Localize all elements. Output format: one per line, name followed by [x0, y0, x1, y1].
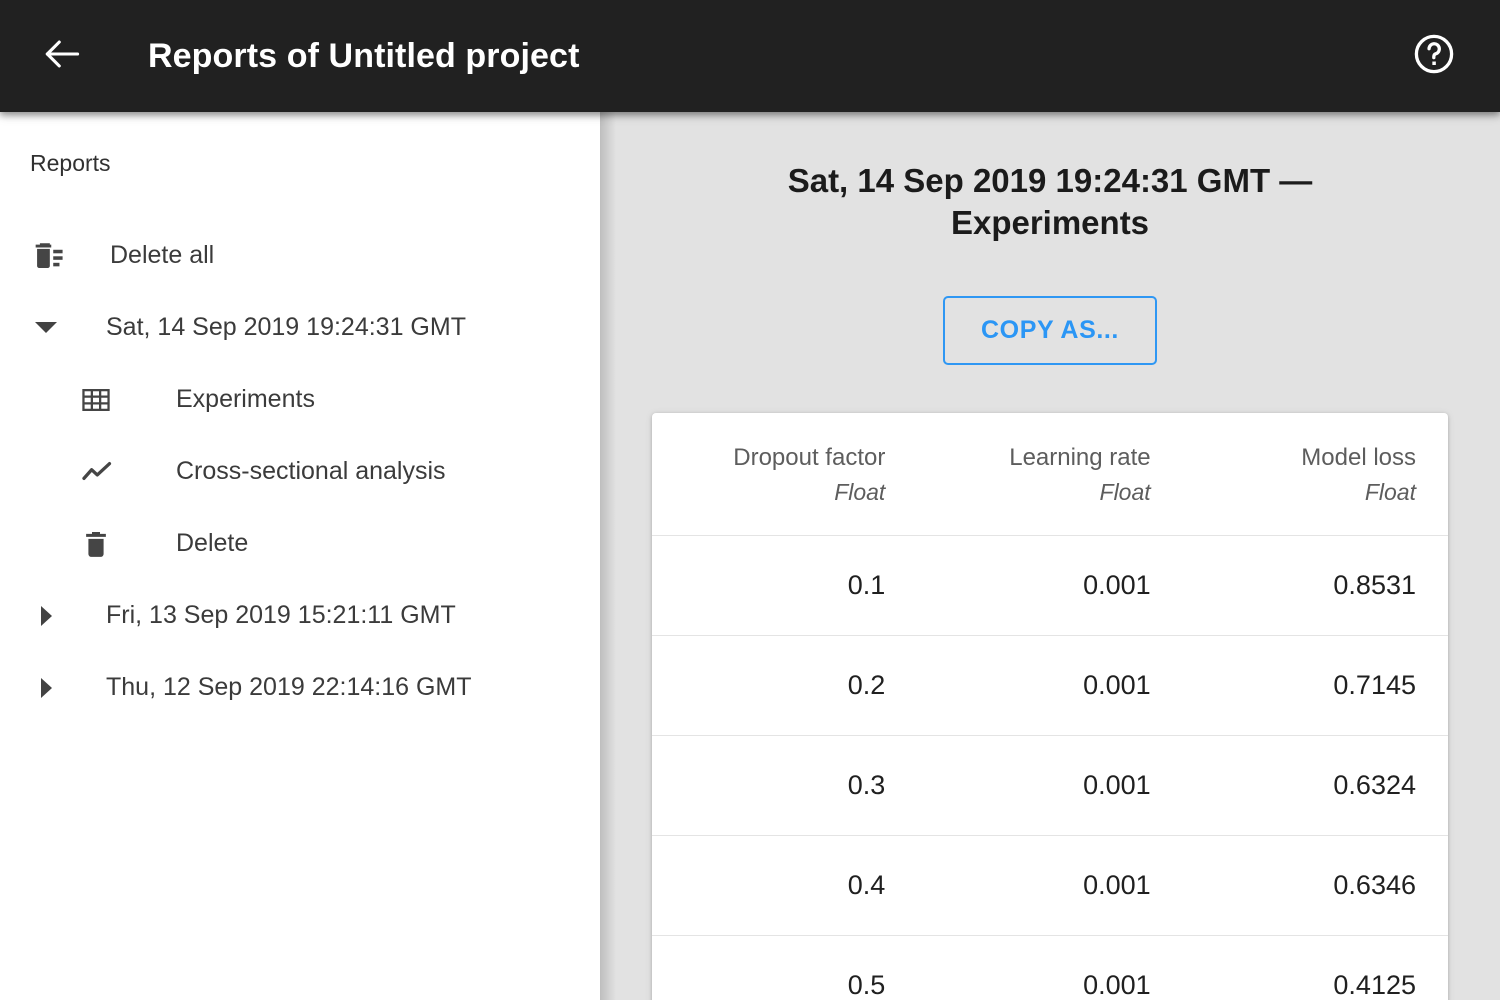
sidebar: Reports Delete all Sat, 14 Sep 2019 19:2… [0, 112, 600, 1000]
table-row[interactable]: 0.1 0.001 0.8531 [652, 536, 1448, 636]
report-title: Sat, 14 Sep 2019 19:24:31 GMT — Experime… [787, 162, 1313, 242]
body-split: Reports Delete all Sat, 14 Sep 2019 19:2… [0, 112, 1500, 1000]
table-row[interactable]: 0.3 0.001 0.6324 [652, 736, 1448, 836]
sidebar-item-label: Experiments [176, 385, 315, 414]
page-title: Reports of Untitled project [148, 36, 580, 75]
cell-model-loss: 0.6324 [1333, 770, 1416, 801]
reports-tree: Delete all Sat, 14 Sep 2019 19:24:31 GMT [0, 220, 600, 724]
table-row[interactable]: 0.5 0.001 0.4125 [652, 936, 1448, 1000]
copy-as-button[interactable]: COPY AS... [943, 296, 1157, 366]
tree-node-label: Thu, 12 Sep 2019 22:14:16 GMT [106, 673, 472, 702]
app-root: Reports of Untitled project Reports Dele… [0, 0, 1500, 1000]
sidebar-item-delete-all[interactable]: Delete all [0, 220, 600, 292]
cell-dropout-factor: 0.3 [847, 770, 886, 801]
tree-node-label: Sat, 14 Sep 2019 19:24:31 GMT [106, 313, 466, 342]
column-header-model-loss[interactable]: Model loss Float [1183, 413, 1448, 535]
delete-sweep-icon [30, 239, 74, 273]
cell-model-loss: 0.8531 [1333, 570, 1416, 601]
triangle-right-icon[interactable] [30, 677, 62, 698]
sidebar-item-label: Delete [176, 529, 249, 558]
triangle-down-icon[interactable] [30, 322, 62, 334]
sidebar-item-delete[interactable]: Delete [0, 508, 600, 580]
column-header-type: Float [1099, 478, 1151, 505]
cell-dropout-factor: 0.2 [847, 670, 886, 701]
copy-button-container: COPY AS... [652, 296, 1448, 366]
tree-node-fri-13-sep[interactable]: Fri, 13 Sep 2019 15:21:11 GMT [0, 580, 600, 652]
table-grid-icon [80, 384, 124, 416]
experiments-table: Dropout factor Float Learning rate Float… [652, 413, 1448, 1000]
experiments-table-card: Dropout factor Float Learning rate Float… [652, 413, 1448, 1000]
column-header-name: Learning rate [1009, 444, 1151, 472]
back-button[interactable] [34, 28, 90, 84]
cell-learning-rate: 0.001 [1083, 570, 1151, 601]
help-circle-icon [1412, 32, 1456, 81]
cell-model-loss: 0.4125 [1333, 970, 1416, 1000]
cell-learning-rate: 0.001 [1083, 870, 1151, 901]
trash-icon [80, 528, 124, 560]
arrow-back-icon [40, 32, 84, 81]
tree-node-sat-14-sep[interactable]: Sat, 14 Sep 2019 19:24:31 GMT [0, 292, 600, 364]
column-header-name: Dropout factor [733, 444, 886, 472]
column-header-learning-rate[interactable]: Learning rate Float [917, 413, 1182, 535]
table-body: 0.1 0.001 0.8531 0.2 0.001 0.7145 0.3 0.… [652, 536, 1448, 1000]
sidebar-item-label: Delete all [110, 241, 215, 270]
triangle-right-icon[interactable] [30, 605, 62, 626]
main-content: Sat, 14 Sep 2019 19:24:31 GMT — Experime… [600, 112, 1500, 1000]
cell-dropout-factor: 0.1 [847, 570, 886, 601]
cell-model-loss: 0.6346 [1333, 870, 1416, 901]
sidebar-item-label: Cross-sectional analysis [176, 457, 446, 486]
table-header-row: Dropout factor Float Learning rate Float… [652, 413, 1448, 536]
column-header-name: Model loss [1301, 444, 1416, 472]
sidebar-heading: Reports [30, 150, 111, 176]
cell-model-loss: 0.7145 [1333, 670, 1416, 701]
cell-dropout-factor: 0.5 [847, 970, 886, 1000]
column-header-type: Float [1364, 478, 1416, 505]
tree-node-label: Fri, 13 Sep 2019 15:21:11 GMT [106, 601, 456, 630]
sidebar-item-cross-sectional-analysis[interactable]: Cross-sectional analysis [0, 436, 600, 508]
cell-learning-rate: 0.001 [1083, 970, 1151, 1000]
tree-node-thu-12-sep[interactable]: Thu, 12 Sep 2019 22:14:16 GMT [0, 652, 600, 724]
cell-dropout-factor: 0.4 [847, 870, 886, 901]
cell-learning-rate: 0.001 [1083, 770, 1151, 801]
help-button[interactable] [1408, 30, 1460, 82]
line-chart-icon [80, 455, 124, 489]
column-header-dropout-factor[interactable]: Dropout factor Float [652, 413, 917, 535]
main-panel: Sat, 14 Sep 2019 19:24:31 GMT — Experime… [600, 112, 1500, 1000]
table-head: Dropout factor Float Learning rate Float… [652, 413, 1448, 536]
table-row[interactable]: 0.4 0.001 0.6346 [652, 836, 1448, 936]
cell-learning-rate: 0.001 [1083, 670, 1151, 701]
sidebar-item-experiments[interactable]: Experiments [0, 364, 600, 436]
table-row[interactable]: 0.2 0.001 0.7145 [652, 636, 1448, 736]
column-header-type: Float [834, 478, 886, 505]
app-bar: Reports of Untitled project [0, 0, 1500, 112]
